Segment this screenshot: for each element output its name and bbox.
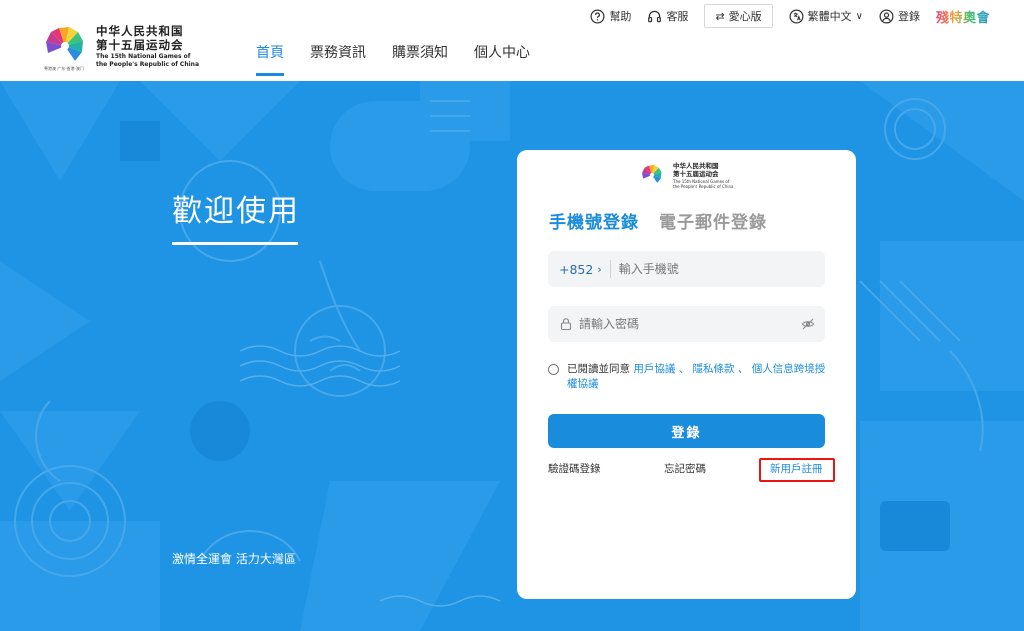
logo-tagline: 粤港澳 广东·香港·澳门 <box>44 66 84 71</box>
user-agreement-link[interactable]: 用戶協議 <box>633 363 675 375</box>
help-link[interactable]: 幫助 <box>590 8 631 24</box>
main-nav: 首頁 票務資訊 購票須知 個人中心 <box>252 42 534 76</box>
swap-icon: ⇄ <box>715 9 725 23</box>
sports-pattern-background <box>0 81 1024 631</box>
country-code-value: +852 <box>559 261 594 277</box>
care-mode-button[interactable]: ⇄ 愛心版 <box>704 4 773 28</box>
phone-input[interactable] <box>618 262 825 276</box>
language-label: 繁體中文 <box>807 10 852 23</box>
help-icon <box>590 9 605 23</box>
country-code-selector[interactable]: +852 › <box>548 262 602 277</box>
register-highlight-box <box>759 458 835 482</box>
password-input[interactable] <box>579 317 801 331</box>
chevron-down-icon: ∨ <box>855 10 863 22</box>
nav-home[interactable]: 首頁 <box>252 42 288 76</box>
card-logo-title-cn: 中华人民共和国 第十五届运动会 <box>673 162 719 178</box>
sms-code-login-link[interactable]: 驗證碼登錄 <box>548 461 601 477</box>
login-button[interactable]: 登錄 <box>548 414 825 448</box>
field-divider <box>609 260 611 278</box>
login-link[interactable]: 登錄 <box>879 8 920 24</box>
password-field <box>548 306 825 342</box>
games-slogan: 激情全運會 活力大灣區 <box>172 552 296 566</box>
chevron-right-icon: › <box>597 262 602 276</box>
language-selector[interactable]: 繁體中文 ∨ <box>789 8 863 24</box>
user-icon <box>879 9 894 23</box>
agreement-radio[interactable] <box>548 364 559 375</box>
headset-icon <box>648 10 662 22</box>
forgot-password-link[interactable]: 忘記密碼 <box>664 461 706 477</box>
login-label: 登錄 <box>897 10 920 23</box>
games-emblem-icon <box>46 27 83 61</box>
site-logo[interactable]: 中华人民共和国 第十五届运动会 The 15th National Games … <box>44 22 204 74</box>
agreement-separator: 、 <box>737 363 749 375</box>
tab-phone-login[interactable]: 手機號登錄 <box>549 208 639 233</box>
top-utility-bar: 幫助 客服 ⇄ 愛心版 繁體中文 ∨ 登錄 殘特奧會 <box>590 3 990 29</box>
nav-personal-center[interactable]: 個人中心 <box>470 42 534 70</box>
agreement-row: 已閱讀並同意 用戶協議 、 隱私條款 、 個人信息跨境授權協議 <box>548 362 828 392</box>
paralympic-link[interactable]: 殘特奧會 <box>936 7 990 26</box>
hero-background: 歡迎使用 激情全運會 活力大灣區 <box>0 81 1024 631</box>
logo-title-cn: 中华人民共和国 第十五届运动会 <box>96 24 184 52</box>
welcome-heading: 歡迎使用 <box>172 194 300 229</box>
login-card: 中华人民共和国 第十五届运动会 The 15th National Games … <box>517 150 856 599</box>
help-label: 幫助 <box>609 10 632 23</box>
lock-icon <box>560 318 572 331</box>
nav-ticket-info[interactable]: 票務資訊 <box>306 42 370 70</box>
agreement-text: 已閱讀並同意 用戶協議 、 隱私條款 、 個人信息跨境授權協議 <box>548 362 828 392</box>
phone-field: +852 › <box>548 251 825 287</box>
customer-service-link[interactable]: 客服 <box>647 8 688 24</box>
service-label: 客服 <box>666 10 689 23</box>
login-tabs: 手機號登錄 電子郵件登錄 <box>549 208 767 233</box>
welcome-underline <box>172 242 298 245</box>
eye-closed-icon[interactable] <box>801 317 815 331</box>
site-header: 中华人民共和国 第十五届运动会 The 15th National Games … <box>0 0 1024 81</box>
games-emblem-icon <box>642 165 662 183</box>
nav-purchase-notice[interactable]: 購票須知 <box>388 42 452 70</box>
card-logo-title-en: The 15th National Games of the People's … <box>673 179 734 189</box>
logo-title-en: The 15th National Games of the People's … <box>96 53 199 68</box>
language-icon <box>789 9 804 23</box>
card-logo: 中华人民共和国 第十五届运动会 The 15th National Games … <box>641 162 741 192</box>
agreement-prefix: 已閱讀並同意 <box>567 363 630 375</box>
care-mode-label: 愛心版 <box>728 10 762 23</box>
privacy-terms-link[interactable]: 隱私條款 <box>693 363 735 375</box>
agreement-separator: 、 <box>678 363 690 375</box>
tab-email-login[interactable]: 電子郵件登錄 <box>659 208 767 233</box>
